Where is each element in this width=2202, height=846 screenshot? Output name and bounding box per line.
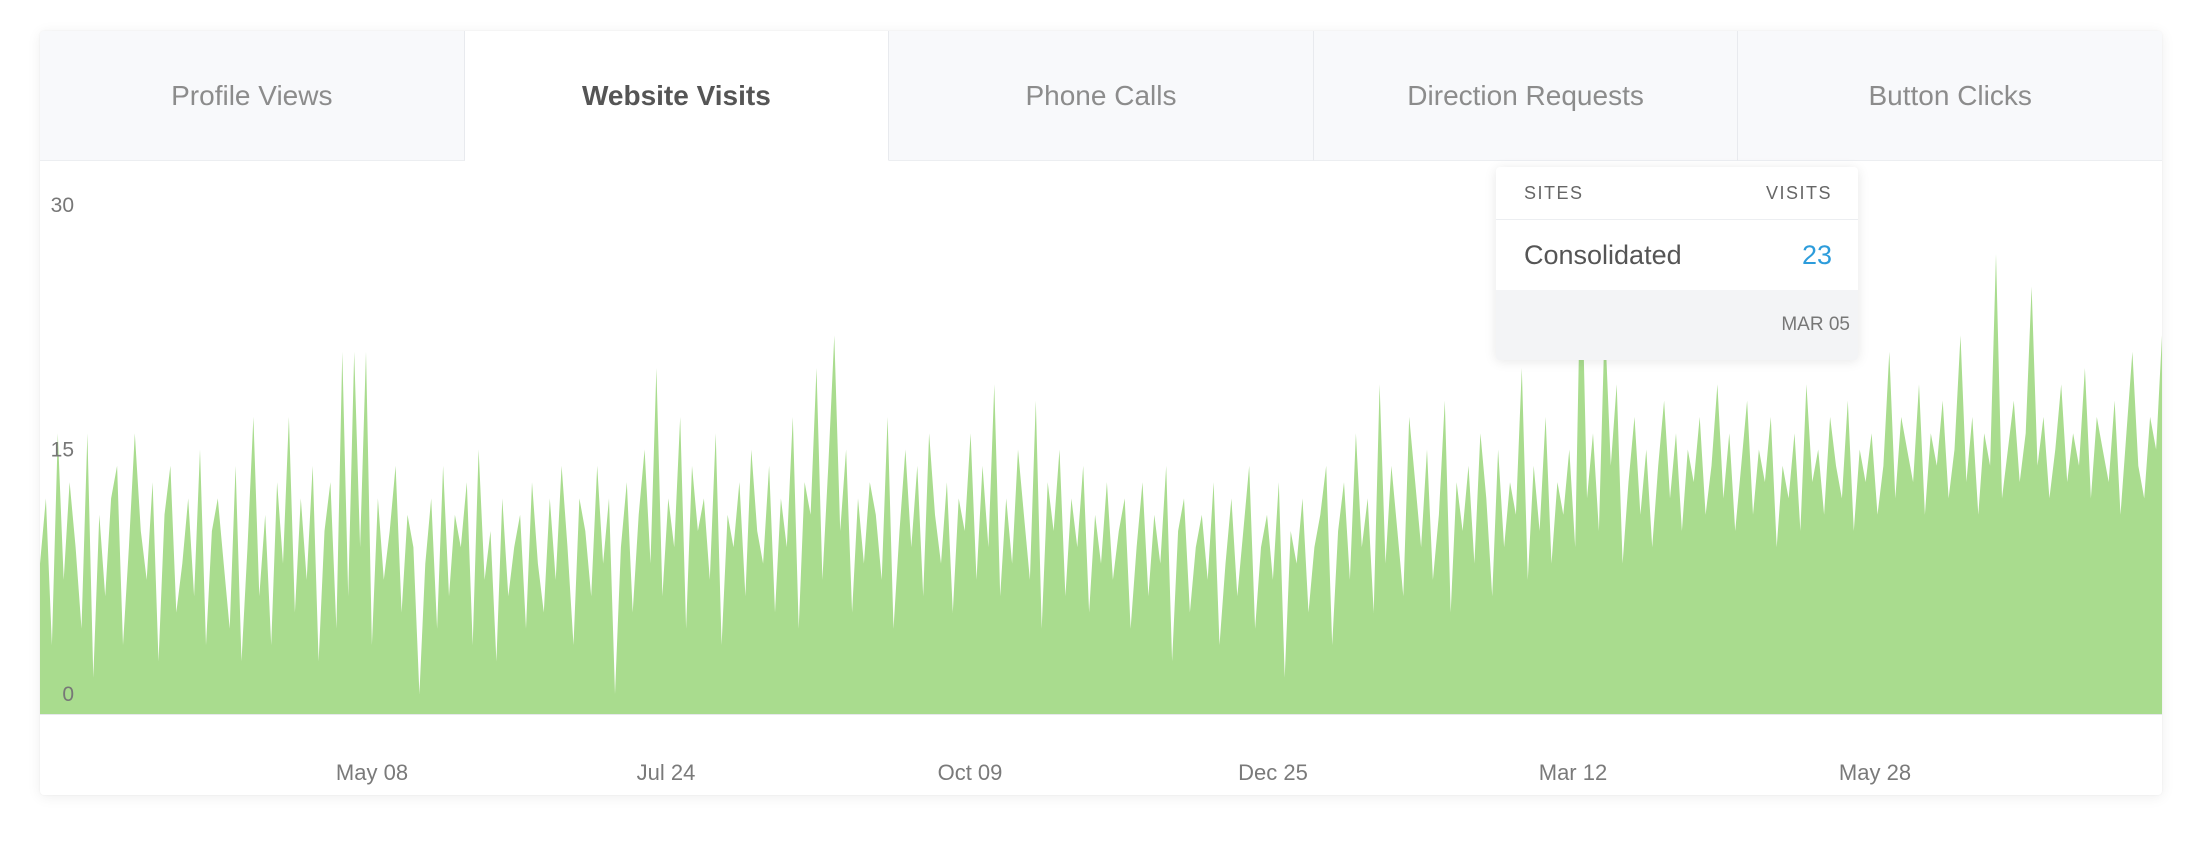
x-tick-label: Jul 24 (637, 760, 696, 785)
x-tick-label: Oct 09 (938, 760, 1003, 785)
x-tick-label: May 28 (1839, 760, 1911, 785)
metric-tabs: Profile Views Website Visits Phone Calls… (40, 31, 2162, 161)
x-tick-label: May 08 (336, 760, 408, 785)
tooltip-footer: MAR 05 (1496, 290, 1858, 360)
chart-card: Profile Views Website Visits Phone Calls… (40, 31, 2162, 795)
tab-profile-views[interactable]: Profile Views (40, 31, 465, 161)
chart-tooltip: SITES VISITS Consolidated 23 MAR 05 (1496, 167, 1858, 360)
y-tick-label: 15 (51, 439, 74, 462)
tooltip-visits-header: VISITS (1765, 182, 1832, 203)
tooltip-date: MAR 05 (1781, 314, 1850, 335)
tab-phone-calls[interactable]: Phone Calls (889, 31, 1314, 161)
y-tick-label: 0 (62, 683, 74, 706)
x-tick-label: Mar 12 (1539, 760, 1607, 785)
tooltip-sites-header: SITES (1524, 182, 1584, 203)
tooltip-site-name: Consolidated (1524, 239, 1682, 270)
x-tick-label: Dec 25 (1238, 760, 1308, 785)
tab-button-clicks[interactable]: Button Clicks (1738, 31, 2162, 161)
tooltip-row: Consolidated 23 (1496, 220, 1858, 290)
tab-direction-requests[interactable]: Direction Requests (1313, 31, 1739, 161)
tooltip-header: SITES VISITS (1496, 167, 1858, 220)
tooltip-visits-value: 23 (1801, 239, 1832, 270)
y-tick-label: 30 (51, 194, 74, 217)
tab-website-visits[interactable]: Website Visits (464, 31, 890, 161)
